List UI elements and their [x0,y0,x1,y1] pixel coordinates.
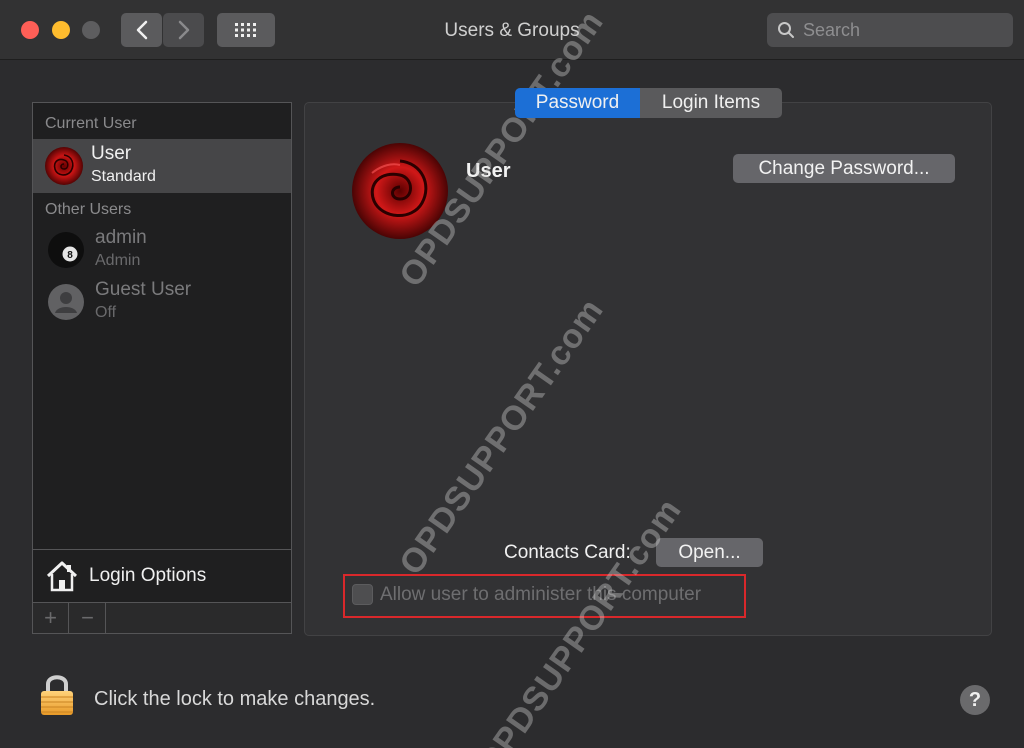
search-field[interactable] [767,13,1013,47]
search-input[interactable] [803,19,1003,41]
current-user-name: User [91,143,132,164]
login-options-label: Login Options [89,565,207,586]
sidebar-footer: + − [33,602,291,633]
user-full-name: User [466,160,511,182]
allow-admin-label: Allow user to administer this computer [380,584,702,605]
users-sidebar: Current User User Standard Other Users 8… [32,102,292,634]
help-button[interactable]: ? [960,685,990,715]
tab-password[interactable]: Password [515,88,640,118]
sidebar-user-name: Guest User [95,279,192,300]
tab-bar: Password Login Items [515,88,782,118]
eight-ball-avatar: 8 [47,231,85,269]
open-contacts-card-button[interactable]: Open... [656,538,763,567]
current-user-section-label: Current User [45,115,137,132]
allow-admin-checkbox[interactable] [352,584,373,605]
house-icon [46,561,78,592]
other-users-section-label: Other Users [45,201,132,218]
remove-user-button[interactable]: − [70,603,106,633]
contacts-card-label: Contacts Card: [504,542,631,563]
svg-text:8: 8 [67,250,73,261]
sidebar-item-current-user[interactable]: User Standard [33,139,291,193]
sidebar-user-role: Admin [95,252,141,269]
title-bar: Users & Groups [0,0,1024,60]
current-user-role: Standard [91,168,156,185]
lock-icon[interactable] [39,672,75,716]
sidebar-user-role: Off [95,304,117,321]
search-icon [778,22,794,38]
lock-message: Click the lock to make changes. [94,688,376,710]
red-rose-avatar [45,147,83,185]
user-picture[interactable] [352,143,448,239]
login-options-item[interactable]: Login Options [33,549,291,602]
sidebar-user-name: admin [95,227,147,248]
change-password-button[interactable]: Change Password... [733,154,955,183]
add-user-button[interactable]: + [33,603,69,633]
person-icon [47,283,85,321]
sidebar-item-admin[interactable]: 8 admin Admin [33,223,291,277]
sidebar-item-guest-user[interactable]: Guest User Off [33,275,291,329]
tab-login-items[interactable]: Login Items [640,88,782,118]
